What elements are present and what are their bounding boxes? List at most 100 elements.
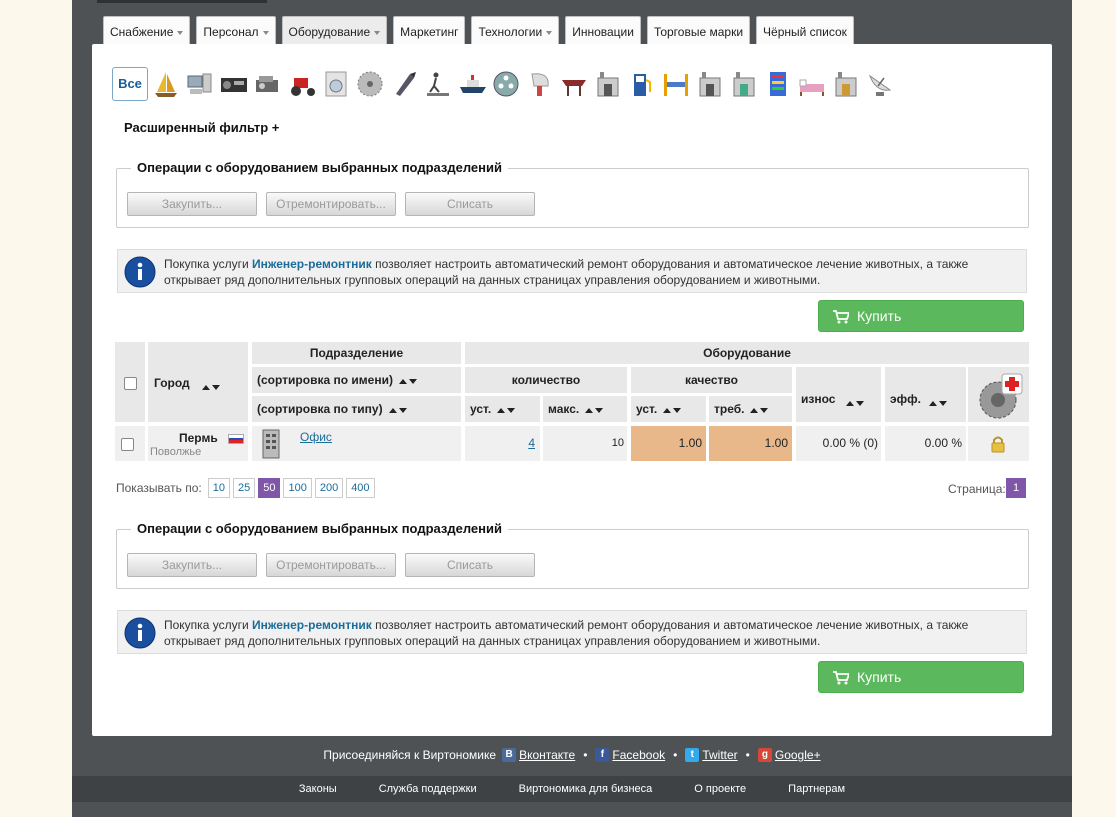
generator-icon[interactable] (254, 69, 282, 99)
server-rack-icon[interactable] (764, 69, 792, 99)
drill-icon[interactable] (390, 69, 418, 99)
buy-service-button-bottom[interactable]: Купить (818, 661, 1024, 693)
social-links: Присоединяйся к Виртономике В Вконтакте … (323, 748, 821, 762)
tab-marketing[interactable]: Маркетинг (393, 16, 466, 46)
repair-equipment-button[interactable]: Отремонтировать... (266, 553, 396, 577)
footer-link-laws[interactable]: Законы (299, 783, 337, 795)
sort-arrows-icon[interactable] (929, 395, 947, 409)
qty-installed-link[interactable]: 4 (528, 436, 535, 450)
sort-by-name-header[interactable]: (сортировка по имени) (252, 367, 461, 393)
saw-blade-icon[interactable] (356, 69, 384, 99)
factory-icon[interactable] (696, 69, 724, 99)
repair-engineer-icon[interactable] (974, 370, 1024, 420)
operations-legend: Операции с оборудованием выбранных подра… (131, 160, 508, 175)
current-page-button[interactable]: 1 (1006, 478, 1026, 498)
row-checkbox[interactable] (121, 438, 134, 451)
info-icon (124, 617, 156, 649)
sort-arrows-icon[interactable] (202, 379, 220, 393)
page-size-25[interactable]: 25 (232, 478, 256, 498)
computer-icon[interactable] (186, 69, 214, 99)
main-tabs: Снабжение Персонал Оборудование Маркетин… (103, 16, 860, 46)
tab-technologies[interactable]: Технологии (471, 16, 560, 46)
tab-supply[interactable]: Снабжение (103, 16, 191, 46)
sort-arrows-icon[interactable] (388, 396, 407, 422)
efficiency-cell: 0.00 % (885, 426, 966, 461)
buy-equipment-button[interactable]: Закупить... (127, 192, 257, 216)
operations-box: Операции с оборудованием выбранных подра… (116, 160, 1029, 228)
sort-arrows-icon[interactable] (663, 396, 682, 422)
radio-icon[interactable] (220, 69, 248, 99)
car-lift-icon[interactable] (662, 69, 690, 99)
buy-equipment-button[interactable]: Закупить... (127, 553, 257, 577)
service-name: Инженер-ремонтник (251, 618, 372, 632)
page-size-50[interactable]: 50 (258, 478, 281, 498)
sort-arrows-icon[interactable] (846, 395, 864, 409)
sailboat-icon[interactable] (152, 69, 180, 99)
satellite-dish-icon[interactable] (866, 69, 894, 99)
vk-link[interactable]: Вконтакте (519, 748, 575, 762)
qty-max-cell: 10 (543, 426, 627, 461)
footer-link-support[interactable]: Служба поддержки (379, 783, 477, 795)
sort-arrows-icon[interactable] (497, 396, 516, 422)
sort-arrows-icon[interactable] (750, 396, 769, 422)
facebook-link[interactable]: Facebook (612, 748, 665, 762)
twitter-link[interactable]: Twitter (702, 748, 737, 762)
write-off-button[interactable]: Списать (405, 192, 535, 216)
footer-link-partners[interactable]: Партнерам (788, 783, 845, 795)
footer-link-about[interactable]: О проекте (694, 783, 746, 795)
qty-max-header[interactable]: макс. (543, 396, 627, 422)
film-reel-icon[interactable] (492, 69, 520, 99)
page-size-200[interactable]: 200 (314, 478, 344, 498)
division-link[interactable]: Офис (300, 430, 332, 444)
select-all-checkbox[interactable] (124, 377, 137, 390)
google-plus-link[interactable]: Google+ (775, 748, 821, 762)
tab-personnel[interactable]: Персонал (196, 16, 276, 46)
washing-machine-icon[interactable] (322, 69, 350, 99)
chevron-down-icon (374, 30, 381, 35)
factory-icon[interactable] (730, 69, 758, 99)
page-size-10[interactable]: 10 (207, 478, 230, 498)
filter-all-button[interactable]: Все (112, 67, 148, 101)
factory-icon[interactable] (594, 69, 622, 99)
fuel-pump-icon[interactable] (628, 69, 656, 99)
quantity-header: количество (465, 367, 627, 393)
sort-by-type-header[interactable]: (сортировка по типу) (252, 396, 461, 422)
tab-blacklist[interactable]: Чёрный список (756, 16, 854, 46)
tab-trademarks[interactable]: Торговые марки (646, 16, 751, 46)
tab-equipment[interactable]: Оборудование (281, 16, 388, 46)
repair-equipment-button[interactable]: Отремонтировать... (266, 192, 396, 216)
equipment-header: Оборудование (465, 342, 1029, 364)
factory-icon[interactable] (832, 69, 860, 99)
tab-innovations[interactable]: Инновации (565, 16, 641, 46)
wear-header[interactable]: износ (796, 367, 881, 422)
page-size-400[interactable]: 400 (346, 478, 375, 498)
sort-arrows-icon[interactable] (585, 396, 604, 422)
sort-arrows-icon[interactable] (398, 367, 417, 393)
hair-dryer-icon[interactable] (526, 69, 554, 99)
office-building-icon (262, 429, 280, 459)
cart-icon (833, 310, 849, 324)
operations-legend: Операции с оборудованием выбранных подра… (131, 521, 508, 536)
qty-installed-header[interactable]: уст. (465, 396, 540, 422)
table-icon[interactable] (560, 69, 588, 99)
buy-service-button[interactable]: Купить (818, 300, 1024, 332)
quality-installed-header[interactable]: уст. (631, 396, 706, 422)
page-size-100[interactable]: 100 (283, 478, 312, 498)
facebook-icon: f (595, 748, 610, 762)
google-plus-icon: g (757, 748, 772, 762)
operations-box-bottom: Операции с оборудованием выбранных подра… (116, 521, 1029, 589)
bed-icon[interactable] (798, 69, 826, 99)
treadmill-icon[interactable] (424, 69, 452, 99)
write-off-button[interactable]: Списать (405, 553, 535, 577)
advanced-filter-toggle[interactable]: Расширенный фильтр + (124, 120, 279, 135)
service-notice-bottom: Покупка услуги Инженер-ремонтник позволя… (117, 610, 1027, 654)
division-cell: Офис (252, 426, 461, 461)
ship-icon[interactable] (458, 69, 486, 99)
tractor-icon[interactable] (288, 69, 316, 99)
quality-required-header[interactable]: треб. (709, 396, 792, 422)
info-icon (124, 256, 156, 288)
footer-link-business[interactable]: Виртономика для бизнеса (519, 783, 653, 795)
lock-icon[interactable] (990, 435, 1006, 453)
city-header[interactable]: Город (148, 342, 248, 422)
efficiency-header[interactable]: эфф. (885, 367, 966, 422)
